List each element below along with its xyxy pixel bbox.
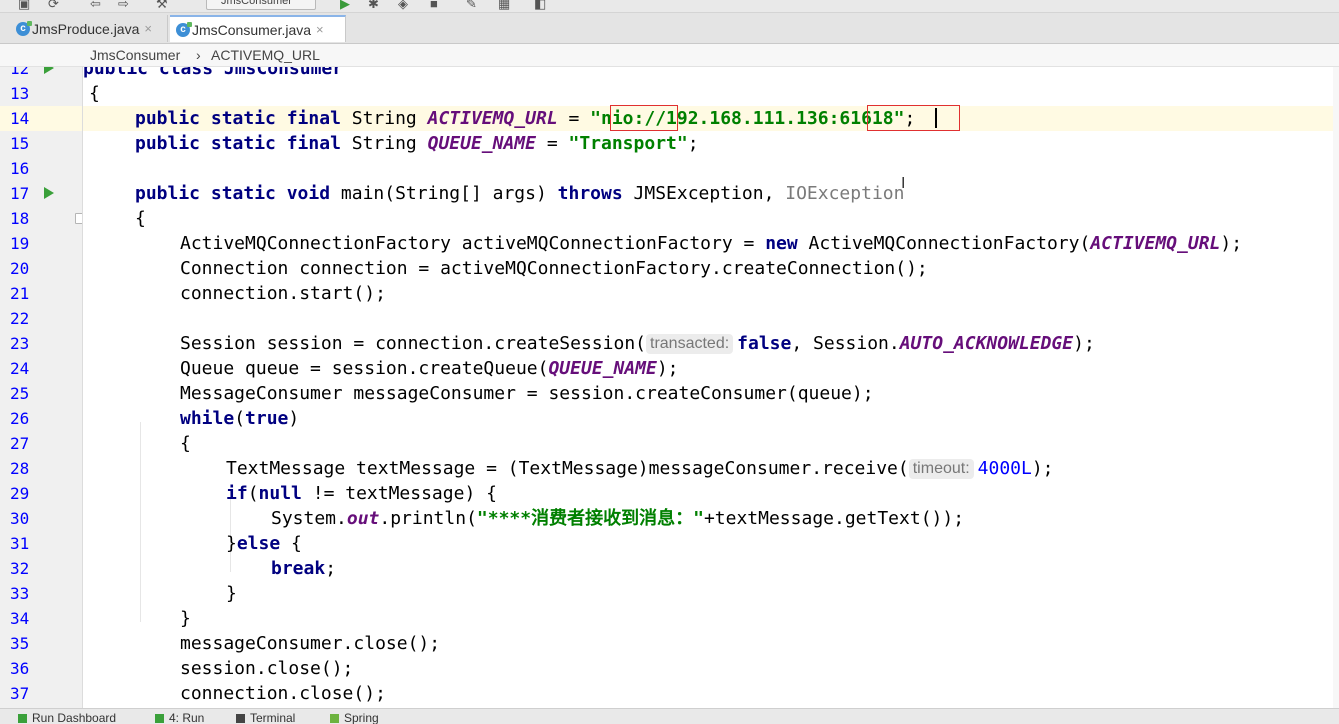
- gutter-line: 32: [10, 559, 30, 578]
- gutter-line: 27: [10, 434, 30, 453]
- run-gutter-icon[interactable]: [44, 187, 54, 199]
- code-line-25: MessageConsumer messageConsumer = sessio…: [180, 383, 874, 404]
- code-line-29: if(null != textMessage) {: [226, 483, 497, 504]
- gutter-line: 16: [10, 159, 30, 178]
- build-icon[interactable]: ⚒: [156, 0, 168, 12]
- wrench-icon[interactable]: ✎: [466, 0, 477, 12]
- gutter-line: 18: [0, 206, 82, 231]
- code-line-24: Queue queue = session.createQueue(QUEUE_…: [180, 358, 679, 379]
- gutter-line: 22: [10, 309, 30, 328]
- save-icon[interactable]: ▣: [18, 0, 30, 12]
- spring-icon: [330, 713, 339, 723]
- gutter-line: 36: [10, 659, 30, 678]
- line-number-gutter: 12 13 14 15 16 17 18 19 20 21 22 23 24 2…: [0, 67, 83, 708]
- debug-icon[interactable]: ✱: [368, 0, 379, 12]
- text-caret: [935, 108, 937, 128]
- code-line-33: }: [226, 583, 237, 604]
- tab-label: JmsConsumer.java: [192, 21, 312, 38]
- terminal-tab[interactable]: Terminal: [236, 711, 295, 724]
- editor-tabs: c JmsProduce.java × c JmsConsumer.java ×: [0, 13, 1339, 44]
- coverage-icon[interactable]: ◈: [398, 0, 408, 12]
- gutter-line: 31: [10, 534, 30, 553]
- gutter-line: 19: [10, 234, 30, 253]
- back-icon[interactable]: ⇦: [90, 0, 101, 12]
- code-editor[interactable]: public class JmsConsumer { public static…: [83, 67, 1339, 708]
- param-hint: transacted:: [646, 334, 734, 354]
- code-line-34: }: [180, 608, 191, 629]
- gutter-line: 20: [10, 259, 30, 278]
- close-icon[interactable]: ×: [144, 21, 152, 36]
- run-icon: [155, 713, 164, 723]
- param-hint: timeout:: [908, 459, 974, 479]
- mouse-cursor-icon: I: [901, 175, 906, 192]
- tool-window-bar: Run Dashboard 4: Run Terminal Spring: [0, 708, 1339, 724]
- code-line-15: public static final String QUEUE_NAME = …: [135, 133, 699, 154]
- tab-label: JmsProduce.java: [32, 20, 140, 37]
- code-line-12: public class JmsConsumer: [83, 67, 344, 79]
- code-line-30: System.out.println("****消费者接收到消息："+textM…: [271, 508, 965, 529]
- code-line-28: TextMessage textMessage = (TextMessage)m…: [226, 458, 1054, 479]
- java-class-icon: c: [176, 21, 192, 37]
- gutter-line: 34: [10, 609, 30, 628]
- run-tab[interactable]: 4: Run: [155, 711, 204, 724]
- main-toolbar: ▣ ⟳ ⇦ ⇨ ⚒ JmsConsumer ▶ ✱ ◈ ■ ✎ ▦ ◧: [0, 0, 1339, 13]
- code-line-19: ActiveMQConnectionFactory activeMQConnec…: [180, 233, 1243, 254]
- code-line-31: }else {: [226, 533, 302, 554]
- stop-icon[interactable]: ■: [430, 0, 438, 11]
- breadcrumb-class[interactable]: JmsConsumer: [90, 47, 180, 63]
- close-icon[interactable]: ×: [316, 22, 324, 37]
- code-line-18: {: [135, 208, 146, 229]
- gutter-line: 28: [10, 459, 30, 478]
- gutter-line: 17: [0, 181, 82, 206]
- code-line-13: {: [89, 83, 100, 104]
- editor-scrollbar[interactable]: [1333, 67, 1339, 708]
- gutter-line: 23: [10, 334, 30, 353]
- gutter-line: 12: [0, 67, 82, 81]
- gutter-line: 30: [10, 509, 30, 528]
- tab-jmsconsumer[interactable]: c JmsConsumer.java ×: [170, 15, 346, 42]
- tab-jmsproduce[interactable]: c JmsProduce.java ×: [10, 15, 168, 42]
- code-line-27: {: [180, 433, 191, 454]
- breadcrumb: JmsConsumer › ACTIVEMQ_URL: [0, 44, 1339, 67]
- gutter-line: 29: [10, 484, 30, 503]
- gutter-line: 33: [10, 584, 30, 603]
- run-dashboard-tab[interactable]: Run Dashboard: [18, 711, 116, 724]
- gutter-line: 21: [10, 284, 30, 303]
- run-gutter-icon[interactable]: [44, 67, 54, 74]
- breadcrumb-field[interactable]: ACTIVEMQ_URL: [211, 47, 320, 63]
- gutter-line: 37: [10, 684, 30, 703]
- gutter-line: 24: [10, 359, 30, 378]
- java-class-icon: c: [16, 20, 32, 36]
- gutter-line: 13: [10, 84, 30, 103]
- code-line-14: public static final String ACTIVEMQ_URL …: [83, 106, 1339, 131]
- gutter-line: 15: [10, 134, 30, 153]
- code-line-17: public static void main(String[] args) t…: [135, 183, 905, 204]
- structure-icon[interactable]: ▦: [498, 0, 510, 12]
- code-line-23: Session session = connection.createSessi…: [180, 333, 1095, 354]
- dashboard-icon: [18, 713, 27, 723]
- run-icon[interactable]: ▶: [340, 0, 350, 12]
- sync-icon[interactable]: ⟳: [48, 0, 59, 12]
- code-line-37: connection.close();: [180, 683, 386, 704]
- terminal-icon: [236, 713, 245, 723]
- gutter-line: 26: [10, 409, 30, 428]
- code-line-36: session.close();: [180, 658, 354, 679]
- spring-tab[interactable]: Spring: [330, 711, 379, 724]
- breadcrumb-separator: ›: [196, 47, 201, 63]
- code-line-20: Connection connection = activeMQConnecti…: [180, 258, 928, 279]
- code-line-35: messageConsumer.close();: [180, 633, 441, 654]
- gutter-line: 25: [10, 384, 30, 403]
- code-line-26: while(true): [180, 408, 300, 429]
- sdk-icon[interactable]: ◧: [534, 0, 546, 12]
- fold-icon[interactable]: [75, 213, 82, 224]
- gutter-line: 14: [0, 106, 82, 131]
- forward-icon[interactable]: ⇨: [118, 0, 129, 12]
- run-config-select[interactable]: JmsConsumer: [206, 0, 316, 10]
- code-line-32: break;: [271, 558, 337, 579]
- code-line-21: connection.start();: [180, 283, 386, 304]
- gutter-line: 35: [10, 634, 30, 653]
